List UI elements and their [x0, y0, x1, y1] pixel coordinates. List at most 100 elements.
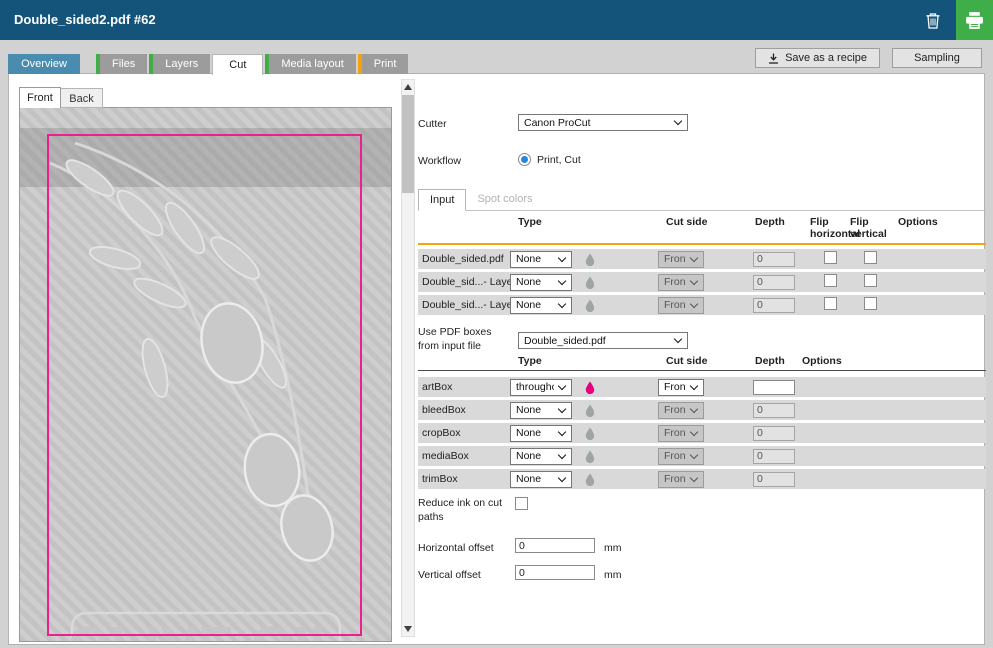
depth-input [753, 472, 795, 487]
droplet-icon [585, 276, 595, 289]
horizontal-offset-input[interactable] [515, 538, 595, 553]
chevron-down-icon [558, 299, 566, 307]
tab-front[interactable]: Front [19, 87, 61, 108]
table-row: cropBox None Front [418, 423, 986, 443]
depth-input [753, 275, 795, 290]
file-name: Double_sid...- Layer 1 [418, 299, 510, 311]
flip-vertical-checkbox[interactable] [864, 297, 877, 310]
table-row: artBox throughcut Front [418, 377, 986, 397]
cut-type-select[interactable]: None [510, 251, 572, 268]
chevron-down-icon [690, 381, 698, 389]
depth-input[interactable] [753, 380, 795, 395]
pdf-box-name: mediaBox [418, 450, 510, 462]
reduce-ink-checkbox[interactable] [515, 497, 528, 510]
tab-print[interactable]: Print [358, 54, 409, 74]
chevron-down-icon [558, 404, 566, 412]
scroll-down-button[interactable] [402, 622, 414, 636]
scroll-up-button[interactable] [402, 80, 414, 94]
chevron-down-icon [690, 450, 698, 458]
cut-type-select[interactable]: throughcut [510, 379, 572, 396]
table-row: Double_sided.pdf None Front [418, 249, 986, 269]
top-action-buttons: Save as a recipe Sampling [755, 48, 982, 68]
cut-type-select[interactable]: None [510, 425, 572, 442]
radio-dot [521, 156, 528, 163]
workflow-label: Workflow [418, 155, 461, 167]
chevron-down-icon [690, 276, 698, 284]
flip-vertical-checkbox[interactable] [864, 274, 877, 287]
table-row: bleedBox None Front [418, 400, 986, 420]
flip-horizontal-checkbox[interactable] [824, 251, 837, 264]
tab-cut[interactable]: Cut [212, 54, 263, 75]
chevron-down-icon [558, 450, 566, 458]
vertical-offset-label: Vertical offset [418, 569, 481, 581]
tab-spot-colors: Spot colors [466, 189, 543, 211]
depth-input [753, 403, 795, 418]
sampling-label: Sampling [914, 52, 960, 64]
tab-back[interactable]: Back [61, 88, 103, 108]
file-name: Double_sided.pdf [418, 253, 510, 265]
cut-side-select: Front [658, 251, 704, 268]
files-cut-table: Type Cut side Depth Flip horizontal Flip… [418, 214, 986, 318]
droplet-icon [585, 427, 595, 440]
chevron-down-icon [690, 253, 698, 261]
file-name: Double_sid...- Layer 2 [418, 276, 510, 288]
workflow-value: Print, Cut [537, 154, 581, 166]
cut-side-select: Front [658, 274, 704, 291]
save-as-recipe-label: Save as a recipe [785, 52, 867, 64]
flip-horizontal-checkbox[interactable] [824, 274, 837, 287]
flip-horizontal-checkbox[interactable] [824, 297, 837, 310]
cutter-label: Cutter [418, 118, 447, 130]
pdf-box-name: bleedBox [418, 404, 510, 416]
download-icon [768, 53, 779, 64]
pdf-box-name: cropBox [418, 427, 510, 439]
tab-files[interactable]: Files [96, 54, 147, 74]
chevron-down-icon [674, 335, 682, 343]
use-pdf-boxes-select[interactable]: Double_sided.pdf [518, 332, 688, 349]
tab-media-layout[interactable]: Media layout [265, 54, 355, 74]
workflow-radio[interactable] [518, 153, 531, 166]
application-window: Double_sided2.pdf #62 Overview Files Lay… [0, 0, 993, 648]
pdf-box-name: artBox [418, 381, 510, 393]
job-tab-bar: Overview Files Layers Cut Media layout P… [8, 53, 410, 74]
flip-vertical-checkbox[interactable] [864, 251, 877, 264]
files-table-header: Type Cut side Depth Flip horizontal Flip… [418, 214, 986, 245]
save-as-recipe-button[interactable]: Save as a recipe [755, 48, 880, 68]
chevron-down-icon [674, 117, 682, 125]
tab-layers[interactable]: Layers [149, 54, 210, 74]
print-job-button[interactable] [956, 0, 993, 40]
cut-side-select[interactable]: Front [658, 379, 704, 396]
depth-input [753, 252, 795, 267]
arrow-down-icon [404, 626, 412, 632]
scrollbar-thumb[interactable] [402, 95, 414, 193]
cut-type-select[interactable]: None [510, 448, 572, 465]
pdf-boxes-table: Type Cut side Depth Options artBox throu… [418, 353, 986, 492]
cut-settings-panel: Front Back [8, 73, 985, 645]
droplet-icon [585, 381, 595, 394]
pdf-boxes-table-header: Type Cut side Depth Options [418, 353, 986, 371]
chevron-down-icon [558, 427, 566, 435]
arrow-up-icon [404, 84, 412, 90]
tab-input[interactable]: Input [418, 189, 466, 211]
chevron-down-icon [690, 427, 698, 435]
cut-type-select[interactable]: None [510, 274, 572, 291]
sampling-button[interactable]: Sampling [892, 48, 982, 68]
depth-input [753, 426, 795, 441]
chevron-down-icon [558, 381, 566, 389]
cut-type-select[interactable]: None [510, 297, 572, 314]
cut-type-select[interactable]: None [510, 402, 572, 419]
cut-type-select[interactable]: None [510, 471, 572, 488]
window-title: Double_sided2.pdf #62 [14, 0, 156, 40]
table-row: mediaBox None Front [418, 446, 986, 466]
cutter-select[interactable]: Canon ProCut [518, 114, 688, 131]
droplet-icon [585, 299, 595, 312]
vertical-offset-input[interactable] [515, 565, 595, 580]
vertical-scrollbar[interactable] [401, 79, 415, 637]
tab-overview[interactable]: Overview [8, 54, 80, 74]
chevron-down-icon [558, 276, 566, 284]
cut-side-select: Front [658, 471, 704, 488]
titlebar: Double_sided2.pdf #62 [0, 0, 993, 40]
droplet-icon [585, 404, 595, 417]
table-row: Double_sid...- Layer 2 None Front [418, 272, 986, 292]
delete-job-button[interactable] [921, 10, 945, 32]
reduce-ink-label: Reduce ink on cut paths [418, 497, 514, 524]
